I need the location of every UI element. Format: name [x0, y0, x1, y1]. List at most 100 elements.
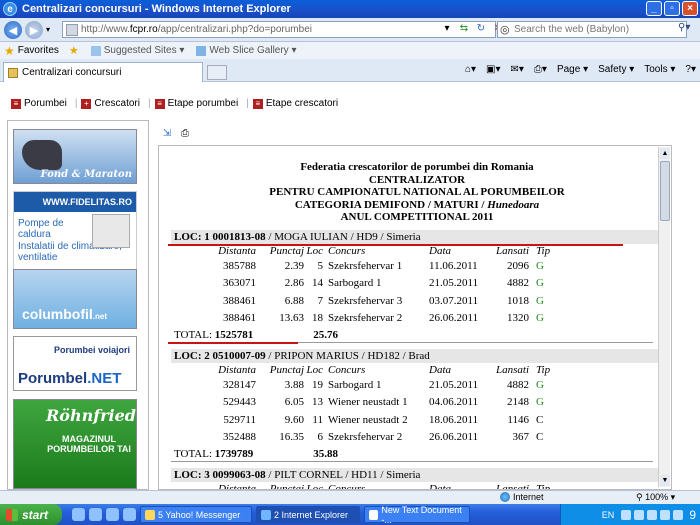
menu-porumbei[interactable]: ≡ Porumbei: [11, 98, 67, 109]
menu-etape-crescatori-label: Etape crescatori: [265, 98, 339, 109]
address-bar[interactable]: http://www.fcpr.ro/app/centralizari.php?…: [62, 21, 496, 38]
safety-menu[interactable]: Safety ▾: [598, 64, 634, 75]
compatibility-icon[interactable]: ⇆: [457, 21, 471, 35]
tab-centralizari[interactable]: Centralizari concursuri: [3, 62, 203, 82]
print-icon[interactable]: ⎙▾: [534, 64, 547, 75]
close-button[interactable]: ×: [682, 1, 698, 16]
help-menu[interactable]: ?▾: [685, 64, 696, 75]
score-cell: 6.88: [284, 294, 304, 307]
address-url: http://www.fcpr.ro/app/centralizari.php?…: [81, 24, 312, 35]
menu-porumbei-label: Porumbei: [24, 98, 67, 109]
scroll-thumb[interactable]: [660, 161, 670, 221]
scroll-up-icon[interactable]: ▲: [660, 148, 670, 159]
favorites-label: Favorites: [17, 45, 59, 56]
window-title-bar[interactable]: e Centralizari concursuri - Windows Inte…: [0, 0, 700, 18]
security-zone[interactable]: Internet: [500, 492, 544, 502]
tray-icon[interactable]: [634, 509, 645, 520]
taskbar-internet-explorer[interactable]: 2 Internet Explorer: [256, 506, 360, 523]
search-input[interactable]: ◎ Search the web (Babylon): [497, 21, 687, 38]
favorites-button[interactable]: ★ Favorites: [4, 44, 59, 58]
banner-fond-maraton[interactable]: Fond & Maraton: [13, 129, 137, 184]
dropdown-arrow-icon[interactable]: ▾: [440, 21, 454, 35]
yahoo-messenger-icon: [145, 509, 155, 520]
start-button[interactable]: start: [0, 504, 62, 525]
menu-crescatori[interactable]: + Crescatori: [81, 98, 140, 109]
menu-etape-porumbei[interactable]: ≡ Etape porumbei: [154, 98, 238, 109]
date-cell: 26.06.2011: [429, 312, 479, 324]
export-icon[interactable]: ⇲: [161, 127, 173, 139]
pigeon-image: [22, 140, 62, 170]
menu-etape-crescatori[interactable]: ≡ Etape crescatori: [252, 98, 339, 109]
place-cell: 11: [312, 413, 323, 426]
banner-porumbel-net[interactable]: Porumbei voiajori Porumbel.NET: [13, 336, 137, 391]
distance-cell: 352488: [223, 431, 256, 443]
explorer-icon[interactable]: [106, 508, 119, 521]
column-header: Punctaj: [269, 363, 304, 376]
date-cell: 11.06.2011: [429, 259, 478, 272]
list-icon: ≡: [11, 98, 21, 109]
taskbar-text-document[interactable]: New Text Document -...: [364, 505, 470, 525]
firefox-icon[interactable]: [72, 508, 85, 521]
banner-columbofil[interactable]: columbofil.net: [13, 269, 137, 329]
refresh-icon[interactable]: ↻: [474, 21, 488, 35]
banner-porumbel-logo: Porumbel.NET: [18, 370, 122, 387]
recent-pages-dropdown-icon[interactable]: ▾: [46, 25, 50, 34]
entry-place: LOC: 1: [174, 230, 210, 243]
vertical-scrollbar[interactable]: ▲ ▼: [658, 147, 670, 487]
distance-cell: 363071: [223, 277, 256, 289]
total-score: 35.88: [313, 447, 339, 460]
column-header: Punctaj: [269, 244, 304, 257]
web-slice-gallery-link[interactable]: Web Slice Gallery ▾: [196, 45, 296, 56]
entry-place: LOC: 3: [174, 468, 210, 481]
system-tray: EN 9: [560, 504, 700, 525]
clock[interactable]: 9: [689, 508, 696, 522]
report: Federatia crescatorilor de porumbei din …: [168, 161, 663, 489]
race-cell: Sarbogard 1: [328, 277, 382, 289]
released-cell: 1018: [507, 294, 529, 307]
tray-icon[interactable]: [647, 509, 658, 520]
forward-button[interactable]: ▶: [25, 21, 43, 39]
tools-menu[interactable]: Tools ▾: [644, 64, 675, 75]
minimize-button[interactable]: _: [646, 1, 662, 16]
report-year: ANUL COMPETITIONAL 2011: [340, 211, 494, 223]
date-cell: 21.05.2011: [429, 277, 479, 289]
home-icon[interactable]: ⌂▾: [465, 64, 476, 75]
entry-total-row: TOTAL: 1525781 25.76: [168, 328, 663, 344]
result-row: 529443 6.05 13 Wiener neustadt 1 04.06.2011 2…: [214, 394, 663, 412]
add-favorite-icon[interactable]: ★: [69, 44, 79, 57]
suggested-sites-link[interactable]: Suggested Sites ▾: [90, 45, 184, 56]
tray-icon[interactable]: [660, 509, 671, 520]
window-controls: _ ▫ ×: [646, 1, 698, 16]
address-toolbar: ◀ ▶ ▾ http://www.fcpr.ro/app/centralizar…: [0, 18, 700, 42]
score-cell: 13.63: [279, 312, 304, 324]
scroll-down-icon[interactable]: ▼: [660, 475, 670, 486]
result-row: 363071 2.86 14 Sarbogard 1 21.05.2011 4882 G: [214, 275, 663, 293]
report-category: CATEGORIA DEMIFOND / MATURI / Hunedoara: [294, 198, 540, 211]
new-tab-button[interactable]: [207, 65, 227, 80]
mail-icon[interactable]: ✉▾: [511, 64, 524, 75]
search-icon[interactable]: ⚲▾: [678, 22, 690, 33]
ie-icon[interactable]: [89, 508, 102, 521]
sidebar-ads: Fond & Maraton WWW.FIDELITAS.RO Pompe de…: [7, 120, 149, 490]
tray-icon[interactable]: [621, 509, 632, 520]
tray-icon[interactable]: [673, 509, 684, 520]
language-indicator[interactable]: EN: [602, 510, 615, 520]
maximize-button[interactable]: ▫: [664, 1, 680, 16]
zone-label: Internet: [513, 492, 544, 502]
back-button[interactable]: ◀: [4, 21, 22, 39]
menu-crescatori-label: Crescatori: [94, 98, 140, 109]
feeds-icon[interactable]: ▣▾: [486, 64, 500, 75]
print-icon[interactable]: ⎙: [179, 127, 191, 139]
banner-rohnfried[interactable]: Röhnfried MAGAZINUL PORUMBEILOR TAI: [13, 399, 137, 489]
page-menu[interactable]: Page ▾: [557, 64, 588, 75]
zoom-label: 100%: [645, 492, 669, 502]
released-cell: 1320: [507, 312, 529, 324]
highlight-underline: [168, 341, 298, 344]
zoom-level[interactable]: ⚲ 100% ▾: [636, 492, 675, 503]
type-cell: G: [536, 277, 544, 289]
media-icon[interactable]: [123, 508, 136, 521]
race-cell: Szekrsfehervar 2: [328, 312, 403, 324]
window-title: Centralizari concursuri - Windows Intern…: [22, 3, 291, 15]
taskbar-yahoo-messenger[interactable]: 5 Yahoo! Messenger: [140, 506, 252, 523]
date-cell: 21.05.2011: [429, 378, 479, 391]
